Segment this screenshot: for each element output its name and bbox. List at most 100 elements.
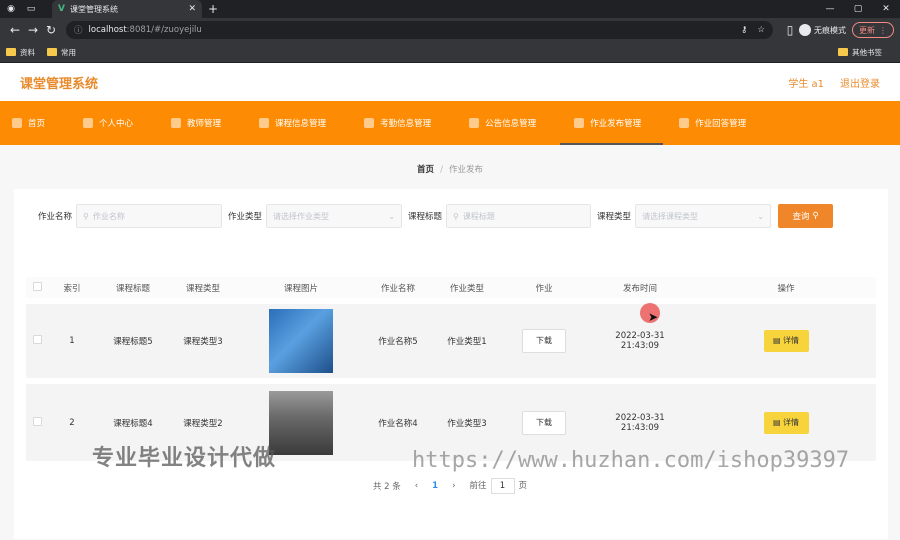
chevron-down-icon: ⌄ (388, 211, 396, 221)
new-tab-icon[interactable]: + (208, 2, 218, 16)
mouse-cursor-icon: ➤ (648, 310, 659, 324)
download-button[interactable]: 下载 (522, 329, 566, 353)
course-image[interactable] (269, 309, 333, 373)
course-type-select[interactable]: 请选择课程类型 ⌄ (635, 204, 772, 228)
tab-search-icon[interactable]: ▭ (24, 2, 38, 16)
homework-type-select[interactable]: 请选择作业类型 ⌄ (266, 204, 403, 228)
detail-icon: ▤ (772, 417, 784, 427)
action-cell: ▤ 详情 (696, 298, 876, 381)
address-bar[interactable]: ⓘ localhost :8081/#/zuoyejilu ⚷ ☆ (66, 21, 773, 39)
course-title-input[interactable]: ⚲ 课程标题 (446, 204, 592, 228)
nav-courses[interactable]: 课程信息管理 (259, 101, 348, 145)
homework-type-label: 作业类型 (228, 212, 263, 222)
select-all-checkbox[interactable] (32, 281, 42, 291)
forward-icon[interactable]: → (24, 23, 42, 37)
main-nav: 首页 个人中心 教师管理 课程信息管理 考勤信息管理 公告信息管理 作业发布管理… (0, 101, 900, 145)
detail-label: 详情 (783, 417, 800, 427)
app-title: 课堂管理系统 (20, 76, 99, 92)
column-header: 作业 (504, 277, 584, 301)
goto-page: 前往 1 页 (470, 478, 528, 494)
publish-date: 2022-03-31 (615, 331, 665, 341)
row-checkbox[interactable] (32, 416, 42, 426)
bookmark-folder[interactable]: 资料 (6, 47, 35, 58)
folder-icon (47, 48, 57, 56)
row-checkbox[interactable] (32, 335, 42, 344)
goto-suffix: 页 (518, 481, 528, 491)
nav-home[interactable]: 首页 (12, 101, 67, 145)
search-form: 作业名称 ⚲ 作业名称 作业类型 请选择作业类型 ⌄ 课程标题 ⚲ 课程标题 课… (14, 203, 888, 229)
column-header: 课程类型 (170, 277, 236, 301)
nav-attendance[interactable]: 考勤信息管理 (364, 101, 453, 145)
detail-label: 详情 (783, 336, 800, 345)
minimize-icon[interactable]: — (816, 4, 844, 14)
column-header: 课程图片 (236, 277, 366, 301)
column-header: 操作 (696, 277, 876, 301)
row-select-cell (26, 298, 48, 381)
nav-notices[interactable]: 公告信息管理 (469, 101, 558, 145)
logout-link[interactable]: 退出登录 (840, 75, 880, 90)
app-header: 课堂管理系统 学生 a1 退出登录 (0, 63, 900, 101)
window-close-icon[interactable]: ✕ (872, 4, 900, 14)
window-controls: — ▢ ✕ (816, 4, 900, 14)
homework-type-cell: 作业类型1 (430, 298, 504, 381)
next-page-icon[interactable]: › (452, 481, 455, 491)
browser-toolbar: ← → ↻ ⓘ localhost :8081/#/zuoyejilu ⚷ ☆ … (0, 18, 900, 42)
nav-teachers[interactable]: 教师管理 (171, 101, 243, 145)
browser-menu-icon[interactable]: ◉ (4, 2, 18, 16)
column-header: 索引 (48, 277, 96, 301)
update-button[interactable]: 更新 ⋮ (852, 22, 894, 38)
course-image[interactable] (269, 390, 333, 455)
breadcrumb-home[interactable]: 首页 (417, 165, 434, 175)
incognito-icon (799, 24, 811, 36)
pagination: 共 2 条 ‹ 1 › 前往 1 页 (0, 478, 900, 494)
nav-profile[interactable]: 个人中心 (83, 101, 155, 145)
nav-label: 作业回答管理 (695, 119, 747, 129)
site-info-icon[interactable]: ⓘ (74, 24, 83, 36)
column-header: 课程标题 (96, 277, 170, 301)
download-button[interactable]: 下载 (522, 410, 566, 435)
current-user: 学生 a1 (788, 78, 824, 90)
goto-page-input[interactable]: 1 (490, 478, 515, 494)
detail-button[interactable]: ▤ 详情 (763, 411, 809, 434)
placeholder: 请选择作业类型 (273, 211, 330, 221)
profile-button[interactable]: 无痕模式 (799, 24, 846, 36)
nav-label: 考勤信息管理 (380, 119, 432, 129)
placeholder: 作业名称 (92, 211, 125, 221)
bookmark-label: 常用 (61, 47, 76, 57)
search-button[interactable]: 查询 ⚲ (778, 204, 834, 228)
column-header: 作业名称 (366, 277, 430, 301)
reload-icon[interactable]: ↻ (42, 23, 60, 37)
answer-icon (679, 118, 690, 128)
other-bookmarks[interactable]: 其他书签 (838, 47, 882, 58)
tab-close-icon[interactable]: ✕ (188, 4, 196, 14)
detail-button[interactable]: ▤ 详情 (763, 330, 809, 352)
page-number[interactable]: 1 (432, 481, 438, 491)
nav-homework-answers[interactable]: 作业回答管理 (679, 101, 768, 145)
sidepanel-icon[interactable]: ▯ (781, 23, 799, 37)
url-host: localhost (88, 25, 127, 35)
bookmark-folder[interactable]: 常用 (47, 47, 76, 58)
nav-homework-publish[interactable]: 作业发布管理 (560, 101, 664, 145)
homework-cell: 下载 (504, 298, 584, 381)
breadcrumb-current: 作业发布 (448, 165, 483, 175)
placeholder: 课程标题 (462, 211, 495, 221)
maximize-icon[interactable]: ▢ (844, 4, 872, 14)
bookmark-star-icon[interactable]: ☆ (757, 25, 765, 35)
nav-label: 首页 (28, 119, 46, 129)
homework-name-label: 作业名称 (38, 212, 73, 222)
homework-name-cell: 作业名称5 (366, 298, 430, 381)
key-icon[interactable]: ⚷ (741, 25, 747, 35)
home-icon (12, 118, 22, 128)
browser-tab[interactable]: V 课堂管理系统 ✕ (52, 0, 202, 18)
homework-name-input[interactable]: ⚲ 作业名称 (76, 204, 223, 228)
publish-time: 21:43:09 (620, 341, 660, 351)
watermark-url: https://www.huzhan.com/ishop39397 (412, 448, 850, 473)
chevron-down-icon: ⌄ (757, 211, 765, 221)
prev-page-icon[interactable]: ‹ (415, 481, 418, 491)
teacher-icon (171, 118, 182, 128)
placeholder: 请选择课程类型 (642, 211, 699, 221)
more-icon: ⋮ (879, 25, 887, 35)
course-icon (259, 118, 270, 128)
back-icon[interactable]: ← (6, 23, 24, 37)
nav-label: 教师管理 (187, 119, 222, 129)
